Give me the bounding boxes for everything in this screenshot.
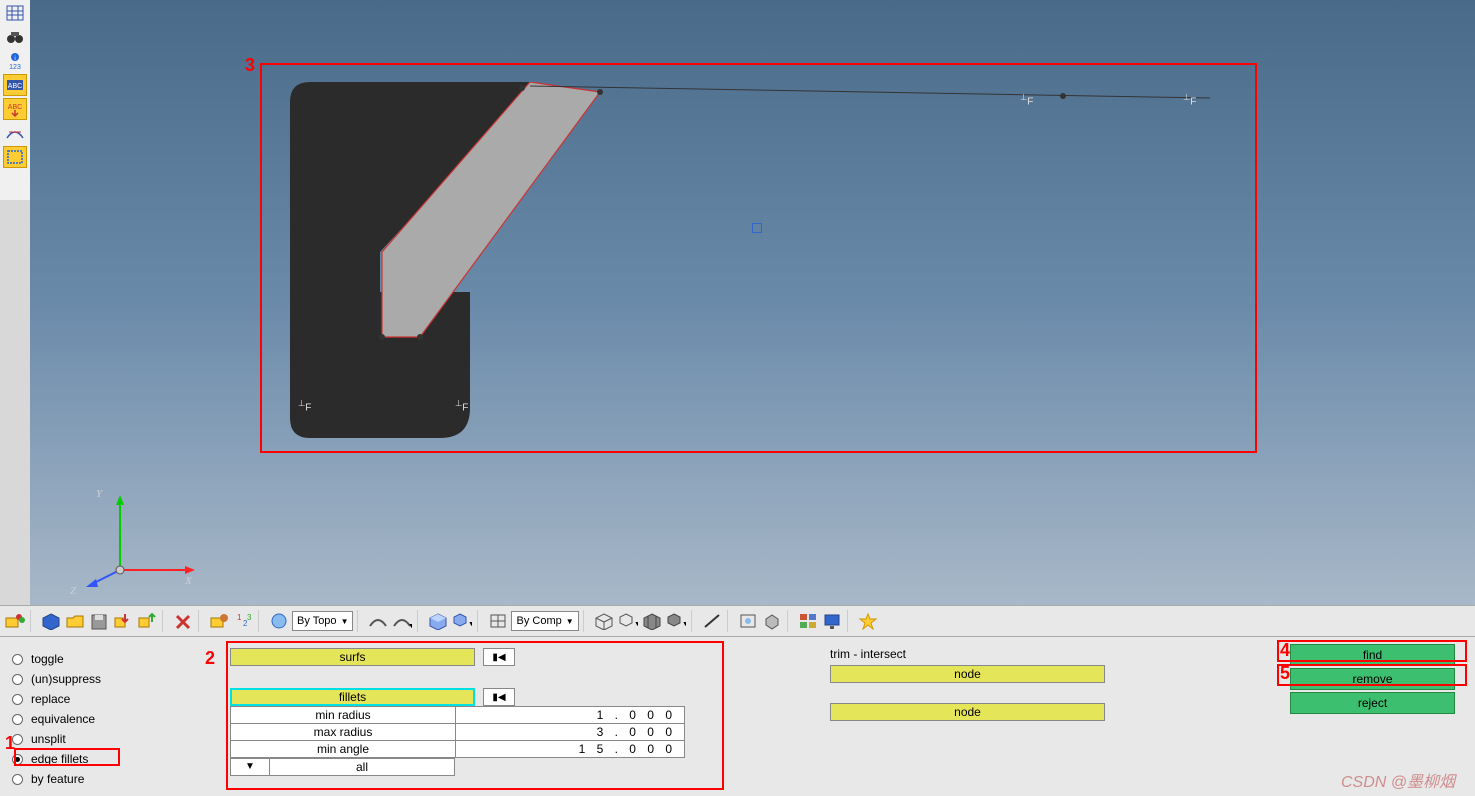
- topo-sphere-icon[interactable]: [268, 610, 290, 632]
- cube-shaded-icon[interactable]: [427, 610, 449, 632]
- min-radius-value[interactable]: 1 . 0 0 0: [456, 707, 684, 723]
- radio-unsplit[interactable]: unsplit: [12, 729, 192, 749]
- favorite-star-icon[interactable]: [857, 610, 879, 632]
- annotation-2: 2: [205, 648, 215, 669]
- binoculars-icon[interactable]: [3, 26, 27, 48]
- disk-icon[interactable]: [88, 610, 110, 632]
- delete-icon[interactable]: [172, 610, 194, 632]
- find-button[interactable]: find: [1290, 644, 1455, 666]
- wire-cube-icon[interactable]: [593, 610, 615, 632]
- radio-unsuppress[interactable]: (un)suppress: [12, 669, 192, 689]
- all-selector[interactable]: all: [270, 758, 455, 776]
- renumber-icon[interactable]: 123: [232, 610, 254, 632]
- line-tool-icon[interactable]: [701, 610, 723, 632]
- main-toolbar: 123 By Topo▼ ▼ ▼ By Comp▼ ▼ ▼: [0, 605, 1475, 637]
- folder-ball-icon[interactable]: [208, 610, 230, 632]
- min-radius-label: min radius: [231, 707, 456, 723]
- watermark: CSDN @墨柳烟: [1341, 768, 1455, 792]
- info-123-icon[interactable]: i 123: [3, 50, 27, 72]
- annotation-3: 3: [245, 55, 255, 76]
- svg-text:▼: ▼: [634, 621, 638, 628]
- left-toolbar: i 123 ABC ABC: [0, 0, 30, 200]
- tangent-icon[interactable]: [3, 122, 27, 144]
- radio-equivalence[interactable]: equivalence: [12, 709, 192, 729]
- svg-text:123: 123: [9, 64, 21, 70]
- reject-button[interactable]: reject: [1290, 692, 1455, 714]
- axis-label-x: X: [185, 575, 192, 587]
- bottom-panel: toggle (un)suppress replace equivalence …: [0, 637, 1475, 796]
- cube-blue-icon[interactable]: [40, 610, 62, 632]
- import-icon[interactable]: [112, 610, 134, 632]
- wire-dropdown-icon[interactable]: ▼: [617, 610, 639, 632]
- annotation-1: 1: [5, 733, 15, 754]
- min-angle-row[interactable]: min angle 1 5 . 0 0 0: [230, 740, 685, 758]
- max-radius-value[interactable]: 3 . 0 0 0: [456, 724, 684, 740]
- mesh-dropdown-icon[interactable]: ▼: [665, 610, 687, 632]
- folder-open-icon[interactable]: [64, 610, 86, 632]
- annotation-box-1: [14, 748, 120, 766]
- comp-grid-icon[interactable]: [487, 610, 509, 632]
- svg-text:ABC: ABC: [8, 104, 22, 111]
- svg-text:▼: ▼: [682, 621, 686, 628]
- max-radius-label: max radius: [231, 724, 456, 740]
- action-buttons-column: find remove reject: [1290, 644, 1460, 716]
- mesh-cube-icon[interactable]: [641, 610, 663, 632]
- folder-multi-icon[interactable]: [4, 610, 26, 632]
- parameters-column: surfs ▮◀ fillets ▮◀ min radius 1 . 0 0 0…: [200, 637, 720, 796]
- axis-triad: [80, 485, 200, 595]
- cube-dropdown-icon[interactable]: ▼: [451, 610, 473, 632]
- svg-text:▼: ▼: [408, 623, 412, 630]
- fixed-marker: ⊥F: [1183, 92, 1196, 107]
- by-comp-combo[interactable]: By Comp▼: [511, 611, 578, 631]
- viewport-3d[interactable]: 3 ⊥F ⊥F ⊥F ⊥F: [30, 0, 1475, 605]
- node-picker-2[interactable]: node: [830, 703, 1105, 721]
- node-picker-1[interactable]: node: [830, 665, 1105, 683]
- surf-curvature-icon[interactable]: [367, 610, 389, 632]
- by-topo-combo[interactable]: By Topo▼: [292, 611, 353, 631]
- abc-arrow-icon[interactable]: ABC: [3, 98, 27, 120]
- remove-button[interactable]: remove: [1290, 668, 1455, 690]
- min-angle-value[interactable]: 1 5 . 0 0 0: [456, 741, 684, 757]
- reset-fillets-button[interactable]: ▮◀: [483, 688, 515, 706]
- fillets-picker[interactable]: fillets: [230, 688, 475, 706]
- annotation-5: 5: [1280, 663, 1290, 684]
- frame-select-icon[interactable]: [3, 146, 27, 168]
- surfs-picker[interactable]: surfs: [230, 648, 475, 666]
- iso-view-icon[interactable]: [761, 610, 783, 632]
- fixed-marker: ⊥F: [455, 398, 468, 413]
- annotation-4: 4: [1280, 640, 1290, 661]
- reset-surfs-button[interactable]: ▮◀: [483, 648, 515, 666]
- radio-by-feature[interactable]: by feature: [12, 769, 192, 789]
- svg-text:▼: ▼: [468, 621, 472, 628]
- four-views-icon[interactable]: [797, 610, 819, 632]
- origin-marker: [752, 223, 762, 233]
- surf-dropdown-icon[interactable]: ▼: [391, 610, 413, 632]
- radio-toggle[interactable]: toggle: [12, 649, 192, 669]
- radio-replace[interactable]: replace: [12, 689, 192, 709]
- export-icon[interactable]: [136, 610, 158, 632]
- fixed-marker: ⊥F: [298, 398, 311, 413]
- max-radius-row[interactable]: max radius 3 . 0 0 0: [230, 723, 685, 741]
- monitor-icon[interactable]: [821, 610, 843, 632]
- min-radius-row[interactable]: min radius 1 . 0 0 0: [230, 706, 685, 724]
- axis-label-y: Y: [96, 488, 102, 500]
- min-angle-label: min angle: [231, 741, 456, 757]
- svg-text:3: 3: [247, 613, 252, 622]
- axis-label-z: Z: [70, 585, 76, 597]
- fixed-marker: ⊥F: [1020, 92, 1033, 107]
- fit-view-icon[interactable]: [737, 610, 759, 632]
- svg-text:i: i: [14, 56, 15, 62]
- svg-text:ABC: ABC: [8, 83, 22, 90]
- model-geometry: [270, 82, 1230, 462]
- all-dropdown-arrow[interactable]: ▼: [230, 758, 270, 776]
- abc-bg-icon[interactable]: ABC: [3, 74, 27, 96]
- grid-icon[interactable]: [3, 2, 27, 24]
- svg-text:1: 1: [237, 613, 242, 622]
- radio-options-column: toggle (un)suppress replace equivalence …: [0, 637, 200, 796]
